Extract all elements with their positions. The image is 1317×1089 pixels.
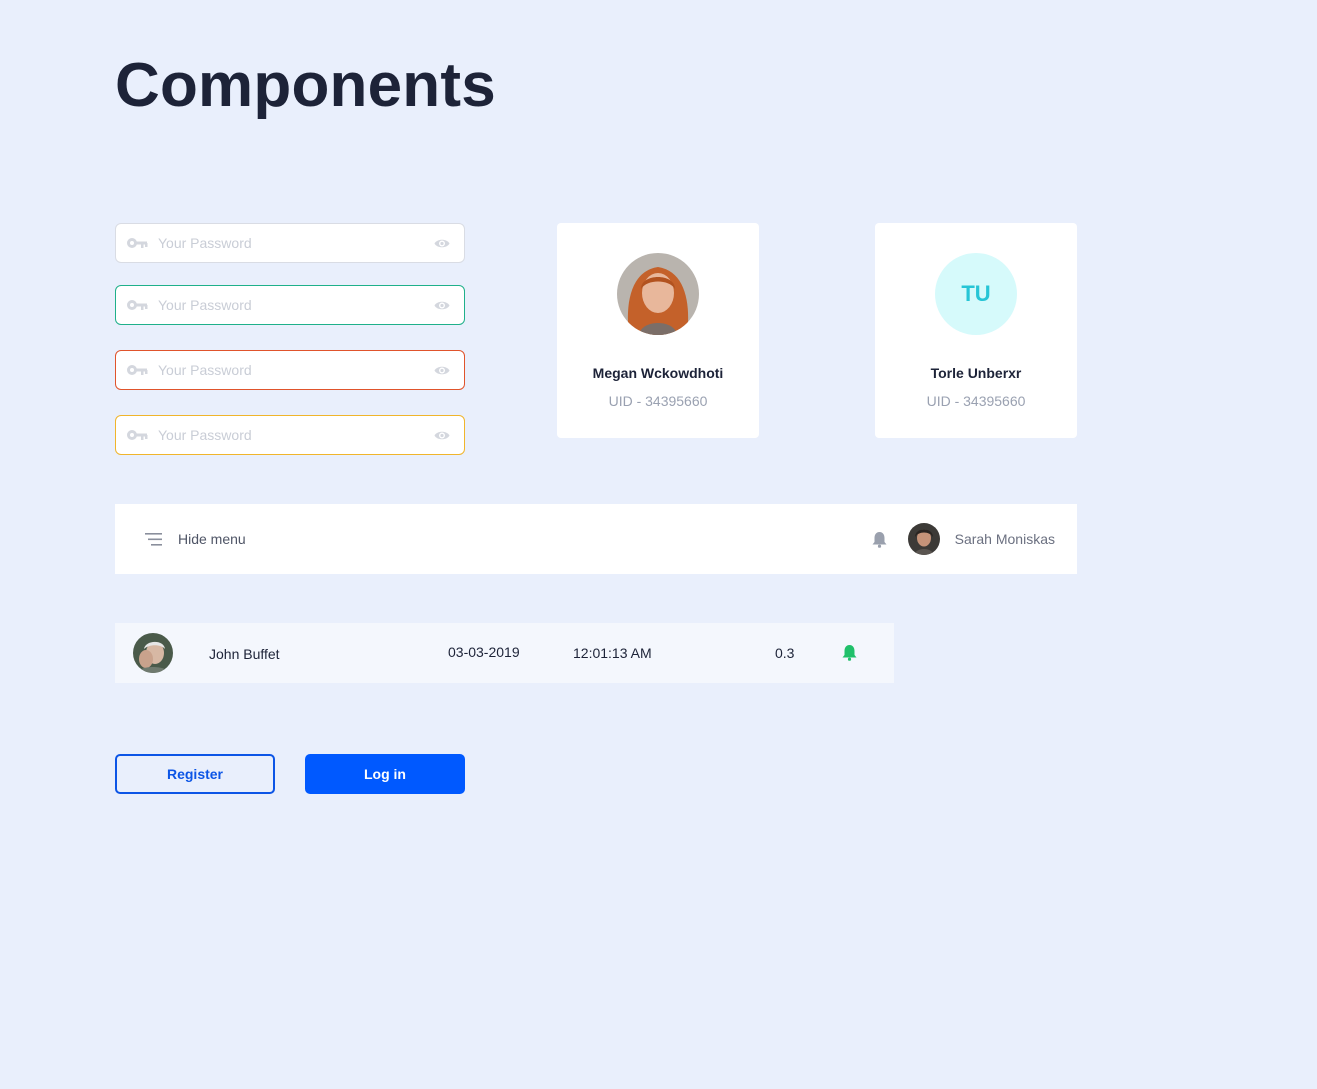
page-title: Components xyxy=(115,51,496,120)
user-name[interactable]: Sarah Moniskas xyxy=(955,531,1055,547)
password-field-success[interactable] xyxy=(115,285,465,325)
user-uid: UID - 34395660 xyxy=(926,393,1026,409)
row-date: 03-03-2019 xyxy=(448,644,520,660)
user-name: Megan Wckowdhoti xyxy=(592,365,724,381)
password-input[interactable] xyxy=(158,295,434,315)
bell-icon[interactable] xyxy=(872,530,888,548)
password-input[interactable] xyxy=(158,425,434,445)
key-icon xyxy=(126,236,150,250)
eye-icon[interactable] xyxy=(434,299,452,311)
password-field-default[interactable] xyxy=(115,223,465,263)
password-field-warning[interactable] xyxy=(115,415,465,455)
eye-icon[interactable] xyxy=(434,364,452,376)
top-bar: Hide menu Sarah Moniskas xyxy=(115,504,1077,574)
bell-icon[interactable] xyxy=(842,644,858,662)
key-icon xyxy=(126,428,150,442)
menu-lines-icon[interactable] xyxy=(145,532,163,546)
user-name: Torle Unberxr xyxy=(930,365,1022,381)
user-card[interactable]: Megan Wckowdhoti UID - 34395660 xyxy=(557,223,759,438)
user-card[interactable]: TU Torle Unberxr UID - 34395660 xyxy=(875,223,1077,438)
row-value: 0.3 xyxy=(775,645,795,661)
login-button[interactable]: Log in xyxy=(305,754,465,794)
row-name: John Buffet xyxy=(209,646,280,662)
key-icon xyxy=(126,298,150,312)
eye-icon[interactable] xyxy=(434,237,452,249)
row-time: 12:01:13 AM xyxy=(573,645,652,661)
password-input[interactable] xyxy=(158,360,434,380)
register-button[interactable]: Register xyxy=(115,754,275,794)
key-icon xyxy=(126,363,150,377)
avatar xyxy=(133,633,173,673)
password-input[interactable] xyxy=(158,233,434,253)
hide-menu-button[interactable]: Hide menu xyxy=(178,531,246,547)
eye-icon[interactable] xyxy=(434,429,452,441)
table-row[interactable]: John Buffet 03-03-2019 12:01:13 AM 0.3 xyxy=(115,623,894,683)
password-field-error[interactable] xyxy=(115,350,465,390)
avatar[interactable] xyxy=(907,523,940,555)
avatar xyxy=(617,253,699,335)
user-uid: UID - 34395660 xyxy=(608,393,708,409)
avatar-initials: TU xyxy=(935,253,1017,335)
